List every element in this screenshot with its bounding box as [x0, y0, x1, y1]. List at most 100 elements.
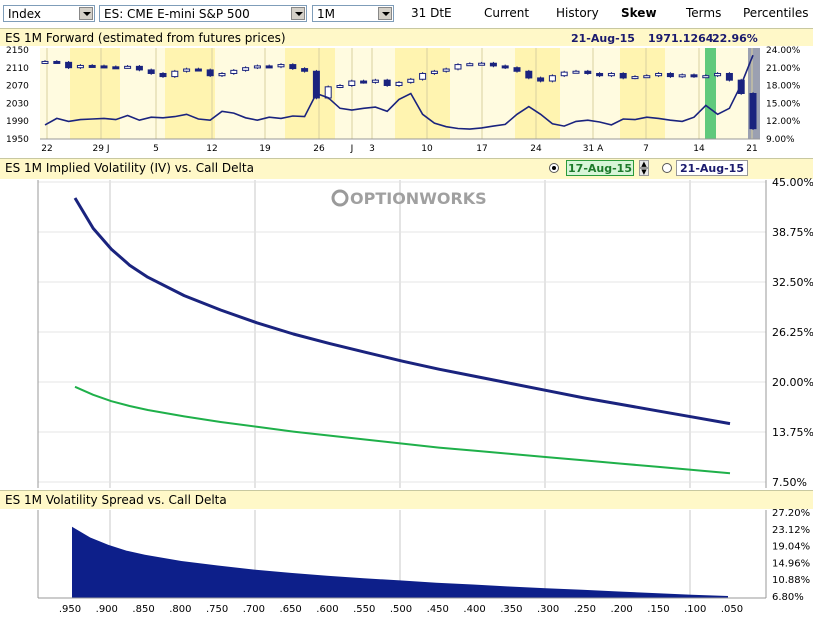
forward-y-tick: 2030 [6, 99, 29, 109]
forward-x-tick: 19 [259, 144, 271, 154]
forward-y-tick: 2070 [6, 82, 29, 92]
tab-skew[interactable]: Skew [621, 6, 657, 20]
forward-candle [242, 67, 250, 71]
forward-panel-header: ES 1M Forward (estimated from futures pr… [0, 28, 813, 47]
forward-candle [572, 70, 580, 74]
forward-price: 1971.1264 [648, 32, 714, 45]
forward-candle [478, 62, 486, 66]
spread-y-tick: 23.12% [772, 525, 810, 536]
forward-candle [560, 71, 568, 77]
forward-panel-title: ES 1M Forward (estimated from futures pr… [5, 31, 286, 45]
forward-candle [88, 64, 96, 68]
forward-candle [112, 66, 120, 70]
date2-field[interactable]: 21-Aug-15 [676, 160, 748, 176]
date-down-arrow-icon[interactable]: ▼ [639, 168, 649, 176]
instrument-select[interactable]: ES: CME E-mini S&P 500 [99, 5, 307, 22]
spread-y-tick: 19.04% [772, 542, 810, 553]
spread-y-tick: 14.96% [772, 558, 810, 569]
forward-candle [395, 81, 403, 86]
forward-candle [525, 70, 533, 79]
forward-x-tick: 7 [643, 144, 649, 154]
forward-y2-tick: 24.00% [766, 46, 801, 56]
forward-y2-tick: 15.00% [766, 99, 801, 109]
dte-label: 31 DtE [411, 6, 452, 20]
forward-candle [702, 75, 710, 79]
spread-x-tick: .900 [96, 604, 118, 615]
date1-field[interactable]: 17-Aug-15 [566, 160, 634, 176]
forward-candle [619, 72, 627, 79]
radio-17-aug[interactable] [549, 163, 559, 173]
forward-candle [407, 78, 415, 83]
forward-candle [442, 68, 450, 72]
forward-x-tick: 10 [421, 144, 433, 154]
spread-panel-title: ES 1M Volatility Spread vs. Call Delta [5, 493, 227, 507]
forward-candle [655, 72, 663, 77]
spread-x-tick: .250 [574, 604, 596, 615]
spread-y-tick: 6.80% [772, 592, 804, 603]
tab-history[interactable]: History [556, 6, 599, 20]
forward-candle [218, 72, 226, 77]
forward-x-tick: 3 [369, 144, 375, 154]
tab-percentiles[interactable]: Percentiles [743, 6, 808, 20]
forward-x-tick: 26 [313, 144, 325, 154]
forward-x-tick: 5 [153, 144, 159, 154]
date-up-arrow-icon[interactable]: ▲ [639, 160, 649, 168]
spread-x-tick: .400 [463, 604, 485, 615]
forward-candle [548, 75, 556, 82]
iv-y-tick: 7.50% [772, 476, 807, 489]
spread-x-tick: .800 [169, 604, 191, 615]
forward-candle [454, 64, 462, 70]
forward-vol: 22.96% [712, 32, 758, 45]
forward-week-band [515, 48, 560, 139]
forward-week-band [70, 48, 120, 139]
forward-candle [371, 79, 379, 83]
index-select[interactable]: Index [3, 5, 95, 22]
forward-candle [501, 65, 509, 69]
spread-x-tick: .700 [243, 604, 265, 615]
forward-x-tick: 24 [530, 144, 542, 154]
iv-y-tick: 45.00% [772, 178, 813, 189]
spread-x-tick: .450 [427, 604, 449, 615]
iv-y-tick: 13.75% [772, 426, 813, 439]
forward-candle [301, 68, 309, 72]
forward-x-tick: 31 A [583, 144, 604, 154]
logo-text: OPTIONWORKS [350, 189, 487, 208]
chevron-down-icon[interactable] [291, 7, 305, 20]
iv-y-tick: 32.50% [772, 276, 813, 289]
forward-candle [737, 79, 745, 95]
tab-terms[interactable]: Terms [686, 6, 721, 20]
forward-y2-tick: 12.00% [766, 117, 801, 127]
forward-candle [53, 60, 61, 64]
forward-candle [607, 72, 615, 77]
forward-candle [666, 72, 674, 78]
forward-candle [65, 61, 73, 69]
iv-y-tick: 26.25% [772, 326, 813, 339]
tab-current[interactable]: Current [484, 6, 529, 20]
forward-chart: 22 29 J 5 12 19 26 J 3 10 17 24 31 A 7 14 21 2150 2110 20… [0, 46, 813, 158]
forward-candle [643, 75, 651, 79]
spread-x-tick: .150 [647, 604, 669, 615]
spread-y-tick: 10.88% [772, 575, 810, 586]
forward-candle [183, 68, 191, 72]
forward-x-tick: 21 [746, 144, 757, 154]
forward-candle [383, 79, 391, 86]
radio-21-aug[interactable] [662, 163, 672, 173]
chevron-down-icon[interactable] [79, 7, 93, 20]
forward-x-tick: 17 [476, 144, 487, 154]
tenor-select[interactable]: 1M [312, 5, 394, 22]
spread-x-tick: .650 [280, 604, 302, 615]
forward-candle [147, 69, 155, 74]
forward-candle [230, 69, 238, 74]
iv-chart: 45.00% 38.75% 32.50% 26.25% 20.00% 13.75% 7.50… [37, 178, 813, 489]
chevron-down-icon[interactable] [378, 7, 392, 20]
forward-candle [253, 65, 261, 69]
forward-y2-tick: 18.00% [766, 82, 801, 92]
forward-y-tick: 1950 [6, 135, 29, 145]
spread-x-tick: .100 [684, 604, 706, 615]
forward-candle [584, 70, 592, 74]
spread-chart: 27.20% 23.12% 19.04% 14.96% 10.88% 6.80% .950.… [37, 508, 810, 615]
radio-selected-dot [552, 166, 556, 170]
forward-candle [289, 64, 297, 70]
forward-candle [596, 72, 604, 77]
forward-candle [76, 64, 84, 69]
